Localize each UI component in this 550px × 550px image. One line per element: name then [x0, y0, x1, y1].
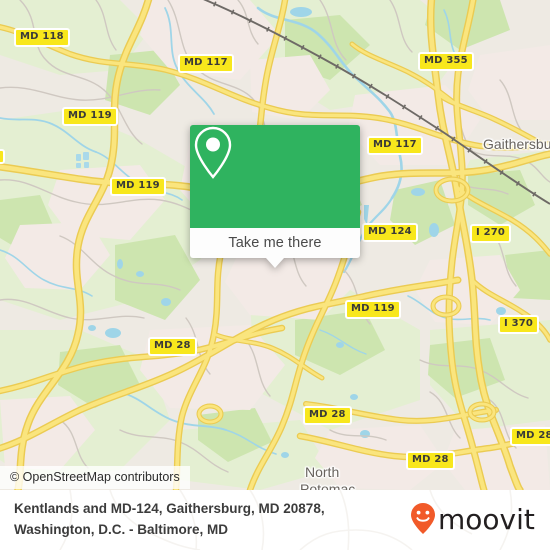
road-shield: MD 28 — [303, 406, 352, 425]
road-shield: MD 28 — [406, 451, 455, 470]
footer-bar: Kentlands and MD-124, Gaithersburg, MD 2… — [0, 490, 550, 550]
moovit-wordmark: moovit — [438, 503, 535, 536]
road-shield: MD 119 — [110, 177, 166, 196]
location-title-line1: Kentlands and MD-124, Gaithersburg, MD 2… — [14, 501, 325, 516]
road-shield-partial — [0, 149, 5, 164]
popup-card-header — [190, 125, 360, 228]
place-label-north: North — [305, 464, 340, 480]
location-popup-card[interactable]: Take me there — [190, 125, 360, 268]
take-me-there-label: Take me there — [228, 235, 322, 251]
road-shield: MD 28 — [510, 427, 550, 446]
road-shield: MD 117 — [367, 136, 423, 155]
moovit-pin-icon — [411, 503, 435, 534]
osm-attribution[interactable]: © OpenStreetMap contributors — [0, 466, 190, 489]
road-shield: MD 119 — [62, 107, 118, 126]
map-pin-icon — [194, 126, 232, 179]
popup-card-tail — [266, 258, 284, 268]
moovit-logo-svg: moovit — [411, 503, 535, 536]
moovit-logo[interactable]: moovit — [408, 502, 538, 536]
place-label-gaithersburg: Gaithersburg — [483, 136, 550, 152]
location-title-line2: Washington, D.C. - Baltimore, MD — [14, 521, 228, 537]
road-shield: MD 28 — [148, 337, 197, 356]
road-shield: MD 119 — [345, 300, 401, 319]
road-shield: MD 355 — [418, 52, 474, 71]
road-shield: MD 118 — [14, 28, 70, 47]
map-canvas[interactable]: MD 118 MD 117 MD 355 MD 119 MD 117 MD 11… — [0, 0, 550, 490]
road-shield: I 270 — [470, 224, 512, 243]
road-shield: I 370 — [498, 315, 540, 334]
screenshot-root: MD 118 MD 117 MD 355 MD 119 MD 117 MD 11… — [0, 0, 550, 550]
location-title: Kentlands and MD-124, Gaithersburg, MD 2… — [14, 499, 414, 541]
place-label-potomac: Potomac — [300, 481, 356, 490]
popup-card-action[interactable]: Take me there — [190, 228, 360, 258]
road-shield: MD 124 — [362, 223, 418, 242]
road-shield: MD 117 — [178, 54, 234, 73]
